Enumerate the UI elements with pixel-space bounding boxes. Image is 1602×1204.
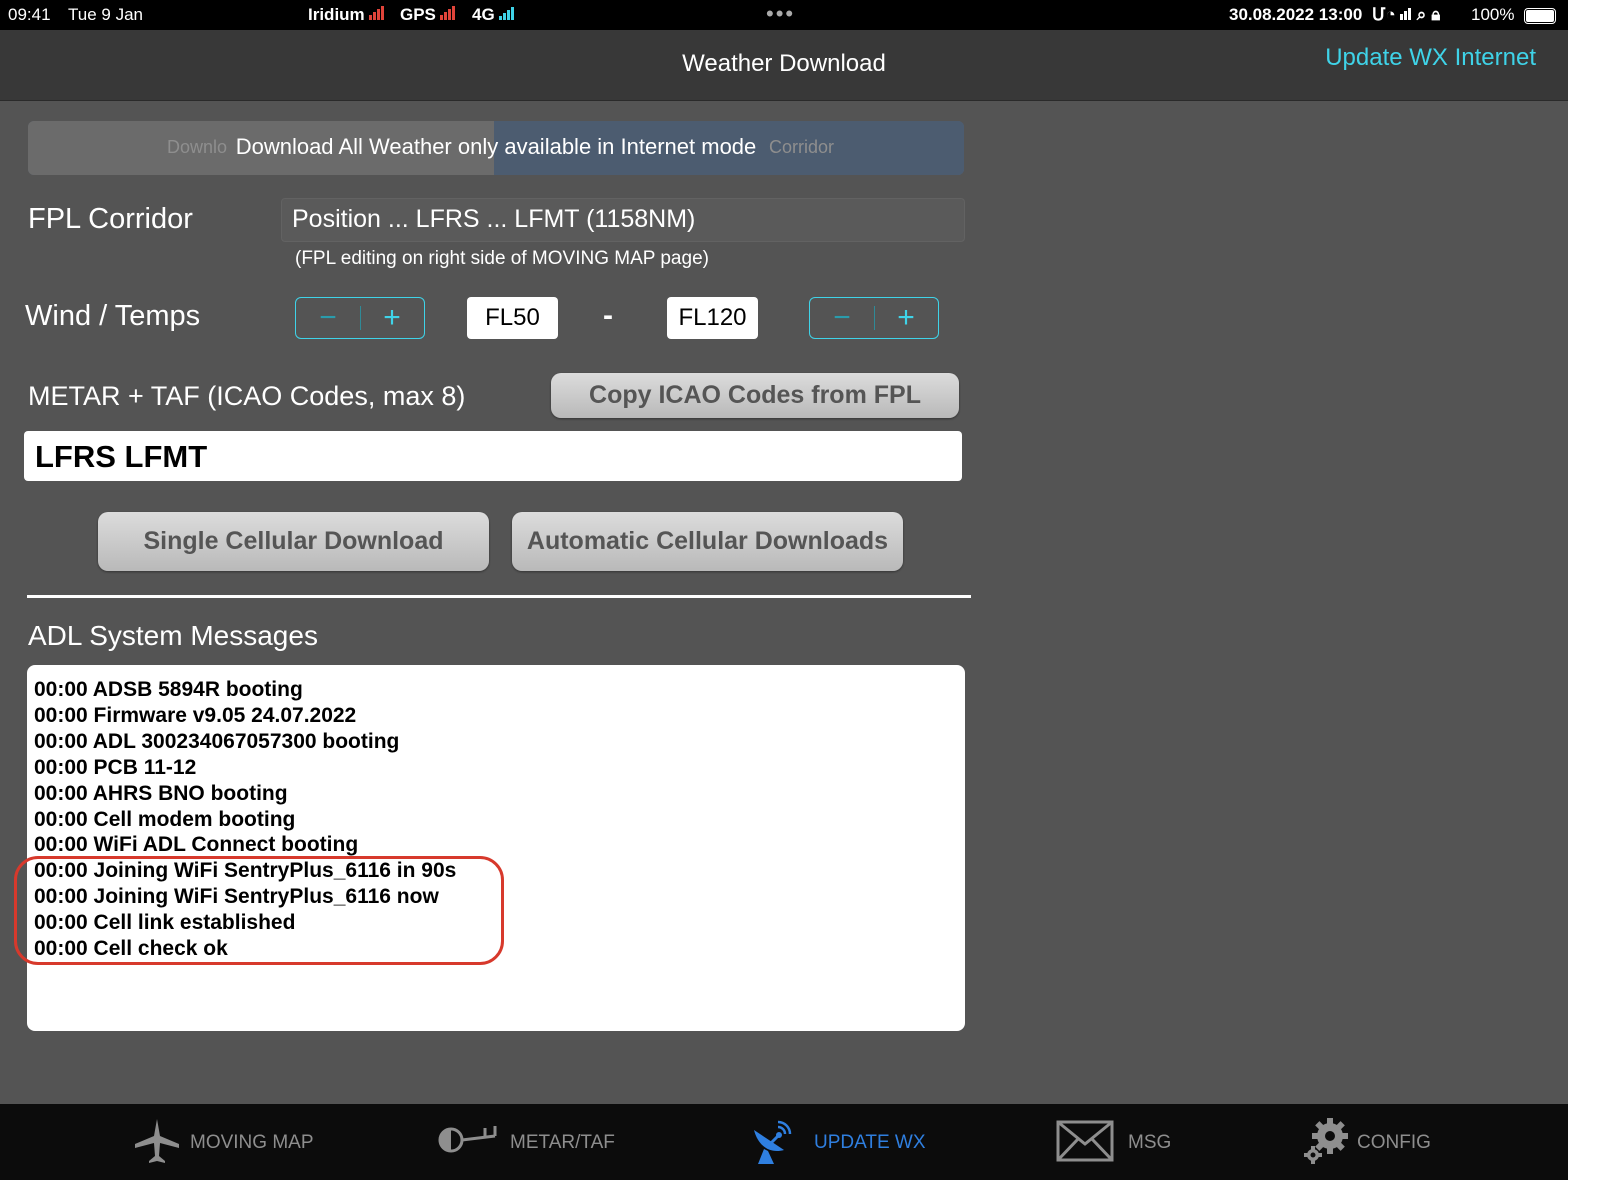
wifi-icon: ◔	[1385, 5, 1396, 24]
metar-taf-label: METAR + TAF (ICAO Codes, max 8)	[28, 381, 466, 411]
fpl-route-text: Position ... LFRS ... LFMT (1158NM)	[292, 205, 696, 233]
icao-codes-input[interactable]: LFRS LFMT	[24, 431, 962, 481]
gear-icon	[1304, 1118, 1348, 1164]
message-line: 00:00 WiFi ADL Connect booting	[34, 833, 359, 857]
fpl-hint: (FPL editing on right side of MOVING MAP…	[295, 248, 709, 269]
download-mode-segment: Downlo Corridor Download All Weather onl…	[28, 121, 964, 175]
status-cell: 4G	[472, 5, 515, 25]
gps-label: GPS	[400, 5, 436, 24]
status-signal-icons: Մ◔ ⌕ 🔒︎	[1372, 5, 1440, 25]
cell-signal-icon	[498, 5, 515, 25]
gps-signal-icon	[439, 5, 456, 25]
status-datetime: 30.08.2022 13:00	[1229, 5, 1363, 24]
message-line: 00:00 ADSB 5894R booting	[34, 678, 303, 701]
internet-mode-notice: Download All Weather only available in I…	[235, 134, 757, 159]
battery-percent: 100%	[1471, 5, 1515, 24]
status-date: Tue 9 Jan	[68, 5, 143, 24]
wind-temps-label: Wind / Temps	[25, 300, 201, 332]
message-line: 00:00 Firmware v9.05 24.07.2022	[34, 703, 357, 727]
windsock-icon	[438, 1126, 497, 1153]
high-level-minus-button[interactable]: −	[810, 298, 874, 338]
section-divider	[27, 595, 971, 598]
iridium-signal-icon	[368, 5, 385, 25]
adl-messages-label: ADL System Messages	[28, 620, 318, 651]
cell-label: 4G	[472, 5, 495, 24]
automatic-cellular-downloads-button[interactable]: Automatic Cellular Downloads	[512, 512, 903, 571]
tab-bar: MOVING MAP METAR/TAF UPDATE WX MSG CONFI…	[0, 1104, 1568, 1180]
highlight-annotation	[14, 856, 504, 965]
tab-msg[interactable]: MSG	[1056, 1104, 1206, 1180]
tab-label: CONFIG	[1357, 1132, 1431, 1153]
iridium-label: Iridium	[308, 5, 365, 24]
tab-config[interactable]: CONFIG	[1302, 1104, 1462, 1180]
battery-icon	[1520, 7, 1556, 27]
tab-update-wx[interactable]: UPDATE WX	[748, 1104, 948, 1180]
navigation-bar: Weather Download Update WX Internet	[0, 30, 1568, 101]
high-level-stepper: − +	[809, 297, 939, 339]
tab-metar-taf[interactable]: METAR/TAF	[435, 1104, 635, 1180]
tab-moving-map[interactable]: MOVING MAP	[130, 1104, 330, 1180]
tab-label: METAR/TAF	[510, 1132, 615, 1153]
low-level-stepper: − +	[295, 297, 425, 339]
fpl-route-field: Position ... LFRS ... LFMT (1158NM)	[281, 198, 965, 242]
adl-signal-icon: Մ	[1372, 5, 1386, 24]
single-cellular-download-button[interactable]: Single Cellular Download	[98, 512, 489, 571]
low-level-minus-button[interactable]: −	[296, 298, 360, 338]
envelope-icon	[1056, 1120, 1114, 1162]
wifi-strength-icon: ⌕	[1416, 5, 1427, 24]
status-gps: GPS	[400, 5, 456, 25]
lock-icon: 🔒︎	[1431, 5, 1441, 24]
low-level-plus-button[interactable]: +	[360, 298, 424, 338]
high-level-value: FL120	[667, 297, 758, 339]
tab-label: UPDATE WX	[814, 1132, 926, 1153]
satellite-dish-icon	[754, 1120, 792, 1164]
copy-icao-codes-button[interactable]: Copy ICAO Codes from FPL	[551, 373, 959, 418]
adl-messages-list[interactable]: 00:00 ADSB 5894R booting 00:00 Firmware …	[27, 665, 965, 1031]
low-level-value: FL50	[467, 297, 558, 339]
message-line: 00:00 AHRS BNO booting	[34, 781, 288, 805]
fpl-corridor-label: FPL Corridor	[28, 203, 193, 235]
status-bar: 09:41 Tue 9 Jan Iridium GPS 4G ••• 30.08…	[0, 0, 1568, 30]
message-line: 00:00 Cell modem booting	[34, 807, 296, 831]
tab-label: MOVING MAP	[190, 1132, 314, 1153]
app-window: 09:41 Tue 9 Jan Iridium GPS 4G ••• 30.08…	[0, 0, 1568, 1180]
update-wx-internet-button[interactable]: Update WX Internet	[1325, 44, 1536, 72]
message-line: 00:00 PCB 11-12	[34, 755, 197, 779]
status-time: 09:41	[8, 5, 51, 24]
message-line: 00:00 ADL 300234067057300 booting	[34, 729, 400, 753]
status-iridium: Iridium	[308, 5, 385, 25]
tab-label: MSG	[1128, 1132, 1172, 1153]
system-signal-icon	[1399, 5, 1412, 25]
level-range-dash: -	[603, 299, 613, 332]
high-level-plus-button[interactable]: +	[874, 298, 938, 338]
multitask-dots-icon[interactable]: •••	[766, 3, 795, 25]
airplane-icon	[135, 1119, 179, 1163]
